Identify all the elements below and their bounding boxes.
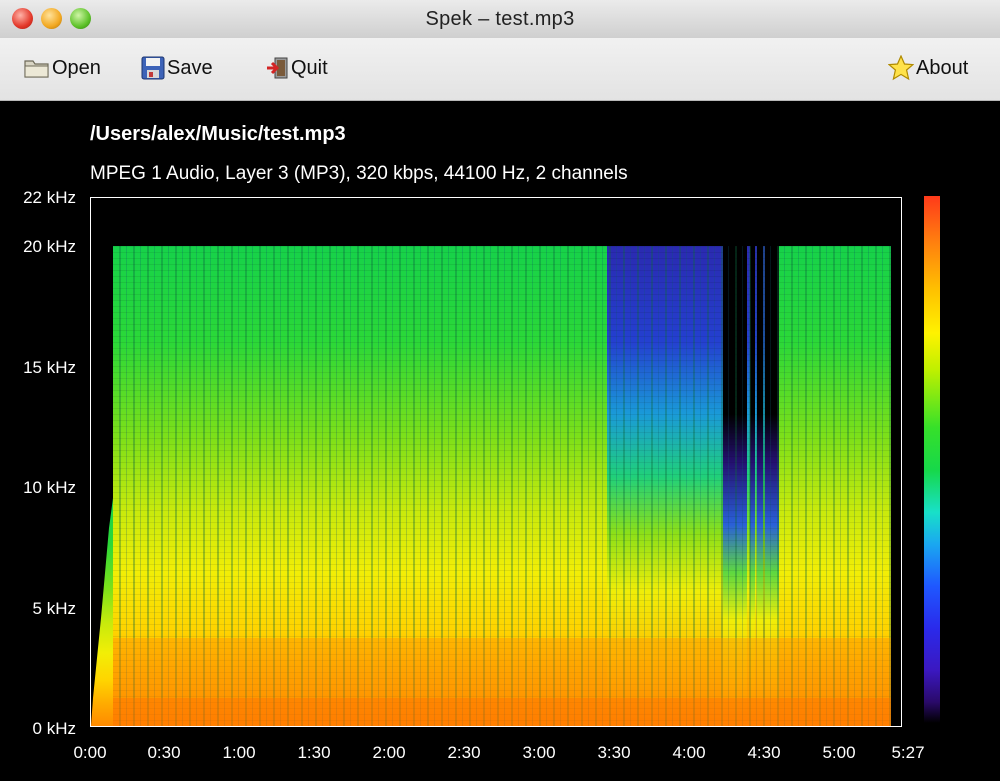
intensity-color-scale <box>924 196 940 723</box>
spectrogram-plot[interactable] <box>90 197 902 727</box>
x-tick-label: 0:00 <box>73 743 107 762</box>
x-tick-label: 2:00 <box>372 743 406 762</box>
spectrogram-image <box>91 246 891 726</box>
x-tick-label: 5:00 <box>822 743 856 762</box>
y-tick-label: 0 kHz <box>32 719 76 738</box>
y-tick-label: 20 kHz <box>23 237 76 256</box>
about-button[interactable]: About <box>888 54 968 82</box>
exit-door-icon <box>265 56 289 80</box>
x-tick-label: 2:30 <box>447 743 481 762</box>
y-tick-label: 22 kHz <box>23 188 76 207</box>
y-tick-label: 5 kHz <box>32 599 76 618</box>
x-tick-label: 3:30 <box>597 743 631 762</box>
save-label: Save <box>167 56 213 79</box>
title-bar: Spek – test.mp3 <box>0 0 1000 39</box>
x-tick-label: 4:30 <box>747 743 781 762</box>
y-tick-label: 10 kHz <box>23 478 76 497</box>
x-tick-label: 0:30 <box>147 743 181 762</box>
file-path: /Users/alex/Music/test.mp3 <box>90 123 346 145</box>
quit-button[interactable]: Quit <box>265 54 328 82</box>
spectrogram-view: /Users/alex/Music/test.mp3 MPEG 1 Audio,… <box>0 101 1000 781</box>
window-title: Spek – test.mp3 <box>425 8 575 30</box>
file-info: MPEG 1 Audio, Layer 3 (MP3), 320 kbps, 4… <box>90 163 628 184</box>
open-label: Open <box>52 56 101 79</box>
save-button[interactable]: Save <box>141 54 213 82</box>
x-tick-label: 4:00 <box>672 743 706 762</box>
folder-icon <box>24 57 50 79</box>
about-label: About <box>916 56 969 79</box>
y-tick-label: 15 kHz <box>23 358 76 377</box>
open-button[interactable]: Open <box>24 54 101 82</box>
x-tick-label: 1:00 <box>222 743 256 762</box>
star-icon <box>888 55 914 81</box>
x-tick-label: 3:00 <box>522 743 556 762</box>
floppy-disk-icon <box>141 56 165 80</box>
x-tick-label: 5:27 <box>891 743 925 762</box>
quit-label: Quit <box>291 56 328 79</box>
toolbar: Open Save Quit About <box>0 38 1000 101</box>
x-tick-label: 1:30 <box>297 743 331 762</box>
